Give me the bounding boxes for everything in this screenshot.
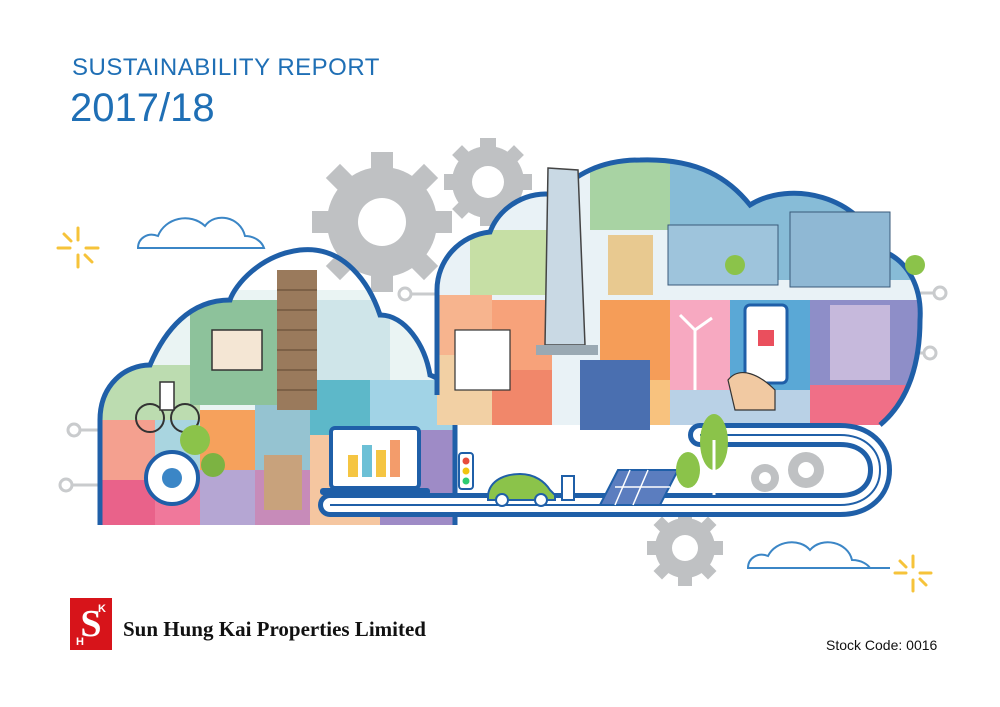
logo-letter-k: K [98, 603, 106, 615]
gear-icon-bottom [647, 510, 723, 586]
sun-burst-icon-left [56, 226, 100, 269]
skyscraper [544, 167, 586, 346]
parent-stroller-figure [830, 305, 890, 380]
elderly-couple-figure [264, 455, 302, 510]
logo-letter-h: H [76, 636, 84, 648]
leaf-icon [201, 453, 225, 477]
laptop-icon [320, 426, 430, 495]
residential-building [667, 224, 779, 286]
connector-node [66, 422, 82, 438]
residential-building [789, 211, 891, 288]
stock-code: Stock Code: 0016 [826, 637, 938, 653]
small-cloud-icon [136, 216, 266, 249]
desk-figure [211, 329, 263, 371]
gear-icon-large [312, 152, 452, 292]
company-name: Sun Hung Kai Properties Limited [123, 617, 426, 641]
raised-hands-figure [454, 329, 511, 391]
traffic-light-icon [458, 452, 474, 490]
small-cloud-icon [746, 541, 872, 569]
charging-station-icon [561, 475, 575, 501]
tower-building [277, 270, 317, 410]
family-figure [608, 235, 653, 295]
connector-node [932, 285, 948, 301]
tree-icon [725, 255, 745, 275]
business-people-figure [580, 360, 650, 430]
cover-illustration [56, 138, 948, 593]
tree-icon [905, 255, 925, 275]
connector-node [58, 477, 74, 493]
gear-icon-small-pair [751, 452, 824, 492]
smartphone-icon [743, 303, 789, 385]
company-logo: S K H [70, 598, 112, 650]
connector-node [397, 286, 413, 302]
connector-node [922, 345, 938, 361]
recycle-gear-icon [180, 425, 210, 455]
sun-burst-icon-right [893, 554, 933, 593]
